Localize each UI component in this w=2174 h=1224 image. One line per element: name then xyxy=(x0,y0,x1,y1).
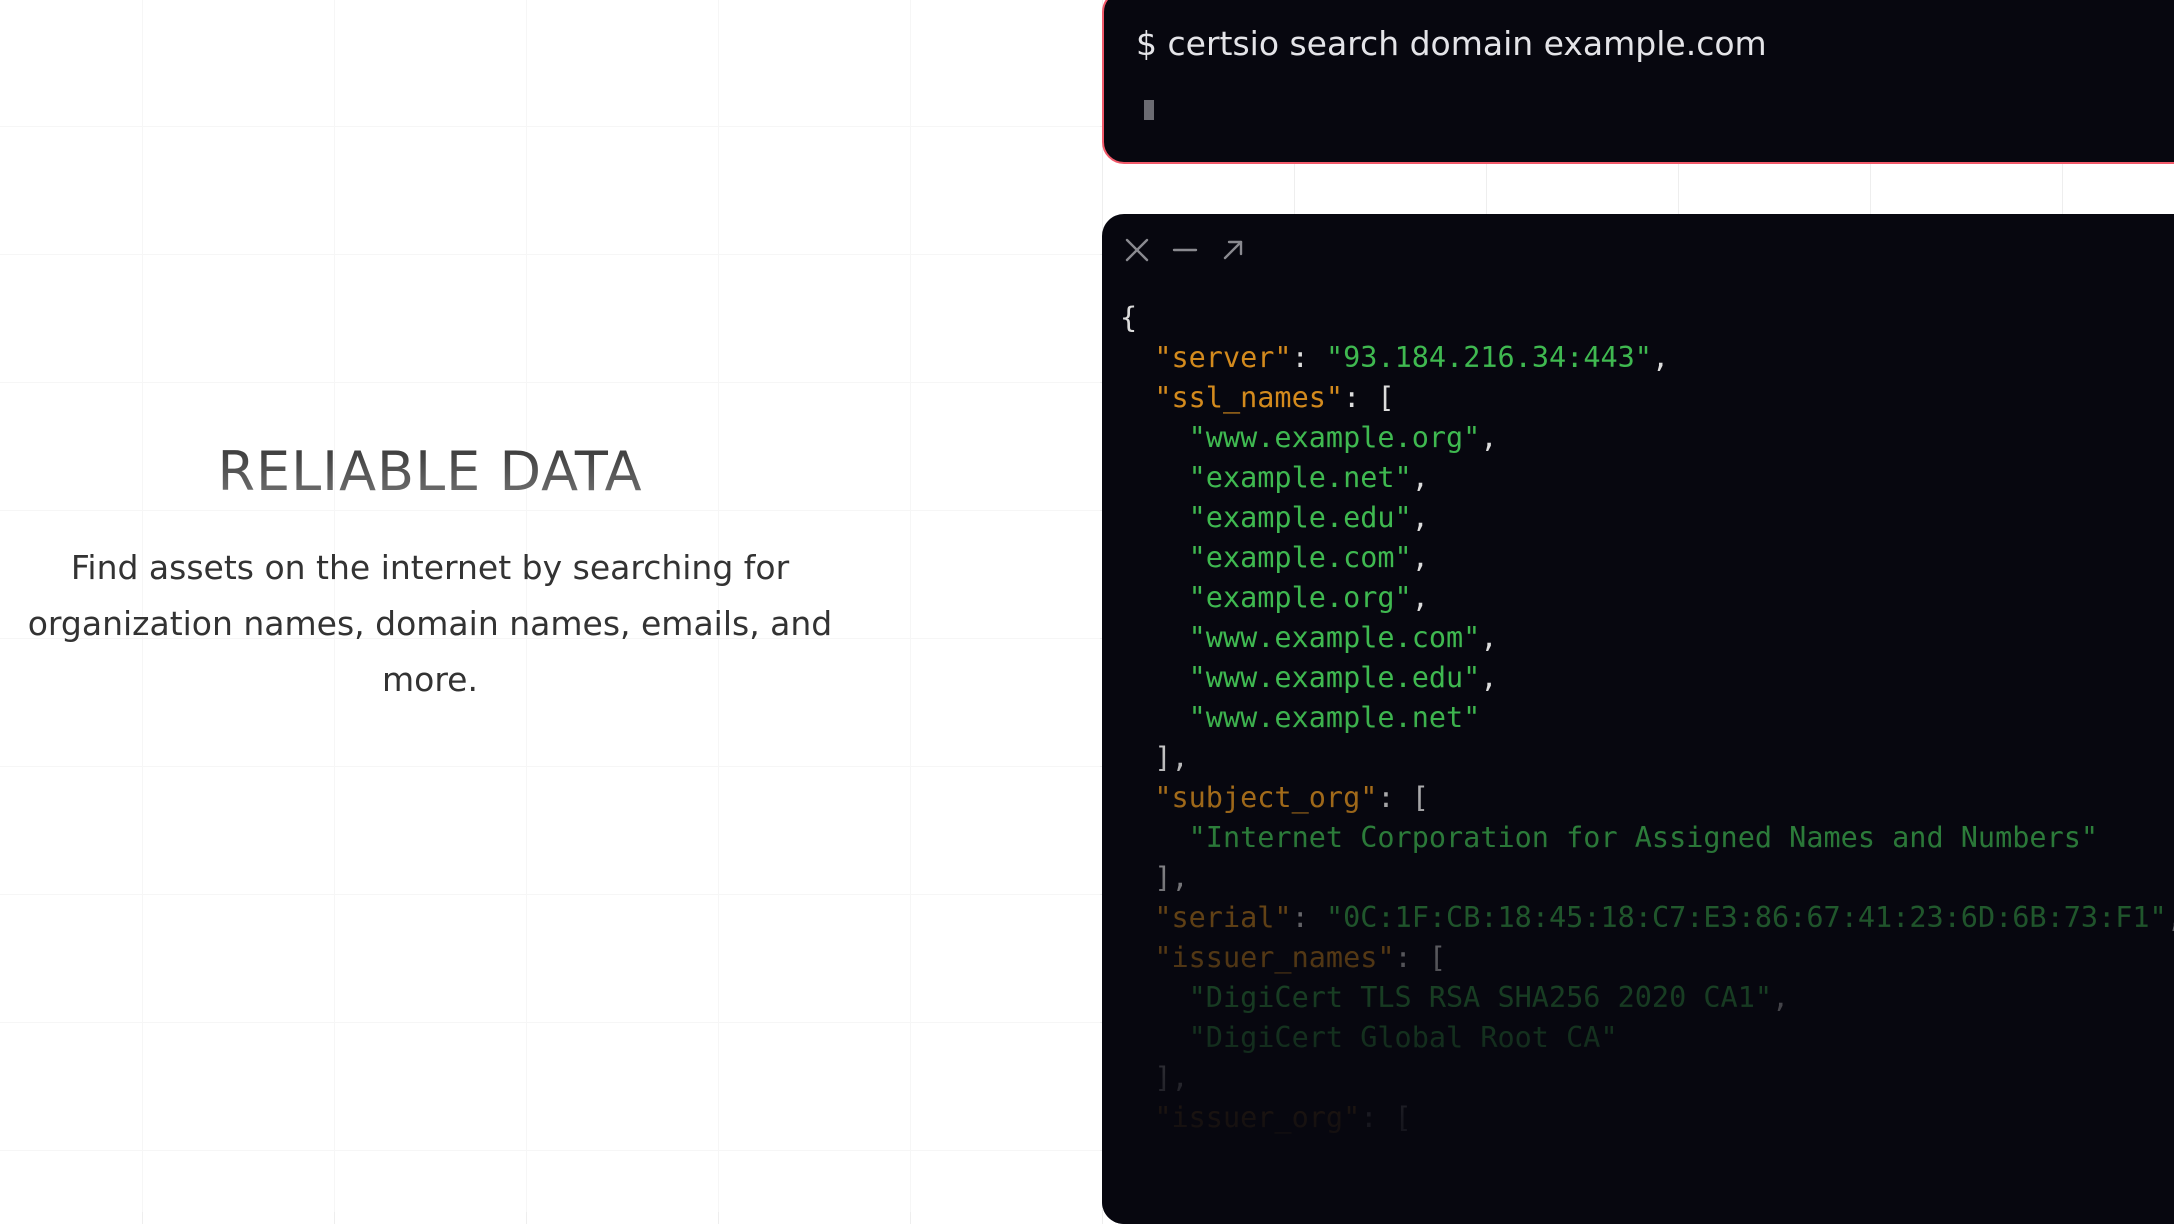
code-line: "Internet Corporation for Assigned Names… xyxy=(1120,818,2174,858)
code-line: "www.example.com", xyxy=(1120,618,2174,658)
code-line: ], xyxy=(1120,1058,2174,1098)
close-icon[interactable] xyxy=(1124,237,1150,263)
code-line: "example.com", xyxy=(1120,538,2174,578)
command-line: $ certsio search domain example.com xyxy=(1136,24,1767,63)
code-line: ], xyxy=(1120,858,2174,898)
code-line: "DigiCert TLS RSA SHA256 2020 CA1", xyxy=(1120,978,2174,1018)
json-punctuation: , xyxy=(1411,461,1429,494)
json-punctuation: : xyxy=(1291,341,1326,374)
code-line: "www.example.edu", xyxy=(1120,658,2174,698)
json-string: "example.edu" xyxy=(1188,501,1412,534)
json-punctuation: , xyxy=(2167,901,2174,934)
json-string: "example.com" xyxy=(1188,541,1412,574)
command-terminal[interactable]: $ certsio search domain example.com xyxy=(1102,0,2174,164)
code-line: "example.net", xyxy=(1120,458,2174,498)
json-key: "serial" xyxy=(1154,901,1292,934)
code-line: "www.example.org", xyxy=(1120,418,2174,458)
prompt-symbol: $ xyxy=(1136,24,1157,63)
hero-title: RELIABLE DATA xyxy=(0,440,860,503)
json-string: "example.org" xyxy=(1188,581,1412,614)
json-punctuation: , xyxy=(1411,581,1429,614)
json-string: "DigiCert Global Root CA" xyxy=(1188,1021,1618,1054)
json-string: "DigiCert TLS RSA SHA256 2020 CA1" xyxy=(1188,981,1773,1014)
json-punctuation: : [ xyxy=(1394,941,1447,974)
json-punctuation: , xyxy=(1480,621,1498,654)
minimize-icon[interactable] xyxy=(1172,237,1198,263)
json-punctuation: ], xyxy=(1154,741,1189,774)
code-line: "example.edu", xyxy=(1120,498,2174,538)
code-line: "www.example.net" xyxy=(1120,698,2174,738)
json-string: "93.184.216.34:443" xyxy=(1325,341,1652,374)
json-key: "issuer_org" xyxy=(1154,1101,1361,1134)
code-line: "serial": "0C:1F:CB:18:45:18:C7:E3:86:67… xyxy=(1120,898,2174,938)
code-line: { xyxy=(1120,298,2174,338)
json-string: "www.example.net" xyxy=(1188,701,1481,734)
expand-icon[interactable] xyxy=(1220,237,1246,263)
json-punctuation: , xyxy=(1651,341,1670,374)
json-string: "0C:1F:CB:18:45:18:C7:E3:86:67:41:23:6D:… xyxy=(1325,901,2167,934)
json-string: "Internet Corporation for Assigned Names… xyxy=(1188,821,2099,854)
json-string: "example.net" xyxy=(1188,461,1412,494)
terminal-cursor xyxy=(1144,100,1154,120)
json-punctuation: : [ xyxy=(1377,781,1429,814)
hero-section: RELIABLE DATA Find assets on the interne… xyxy=(0,0,1100,1212)
json-punctuation: ], xyxy=(1154,861,1189,894)
json-punctuation: : xyxy=(1291,901,1326,934)
json-punctuation: : [ xyxy=(1343,381,1395,414)
json-key: "ssl_names" xyxy=(1154,381,1344,414)
json-punctuation: , xyxy=(1480,421,1498,454)
json-punctuation: , xyxy=(1772,981,1790,1014)
json-punctuation: { xyxy=(1120,301,1138,334)
json-punctuation: , xyxy=(1411,501,1429,534)
output-window: { "server": "93.184.216.34:443", "ssl_na… xyxy=(1102,214,2174,1224)
json-string: "www.example.com" xyxy=(1188,621,1481,654)
json-string: "www.example.edu" xyxy=(1188,661,1481,694)
command-text: certsio search domain example.com xyxy=(1167,24,1767,63)
json-punctuation: , xyxy=(1411,541,1429,574)
code-line: "issuer_names": [ xyxy=(1120,938,2174,978)
json-output: { "server": "93.184.216.34:443", "ssl_na… xyxy=(1120,298,2174,1138)
code-line: "example.org", xyxy=(1120,578,2174,618)
code-line: "issuer_org": [ xyxy=(1120,1098,2174,1138)
code-line: "DigiCert Global Root CA" xyxy=(1120,1018,2174,1058)
window-controls xyxy=(1124,234,1246,266)
code-line: "server": "93.184.216.34:443", xyxy=(1120,338,2174,378)
json-key: "subject_org" xyxy=(1154,781,1378,814)
json-string: "www.example.org" xyxy=(1188,421,1481,454)
json-punctuation: : [ xyxy=(1360,1101,1412,1134)
json-key: "issuer_names" xyxy=(1154,941,1395,974)
hero-description: Find assets on the internet by searching… xyxy=(27,548,833,699)
code-line: ], xyxy=(1120,738,2174,778)
code-line: "subject_org": [ xyxy=(1120,778,2174,818)
code-line: "ssl_names": [ xyxy=(1120,378,2174,418)
json-punctuation: , xyxy=(1480,661,1498,694)
json-punctuation: ], xyxy=(1154,1061,1189,1094)
json-key: "server" xyxy=(1154,341,1292,374)
